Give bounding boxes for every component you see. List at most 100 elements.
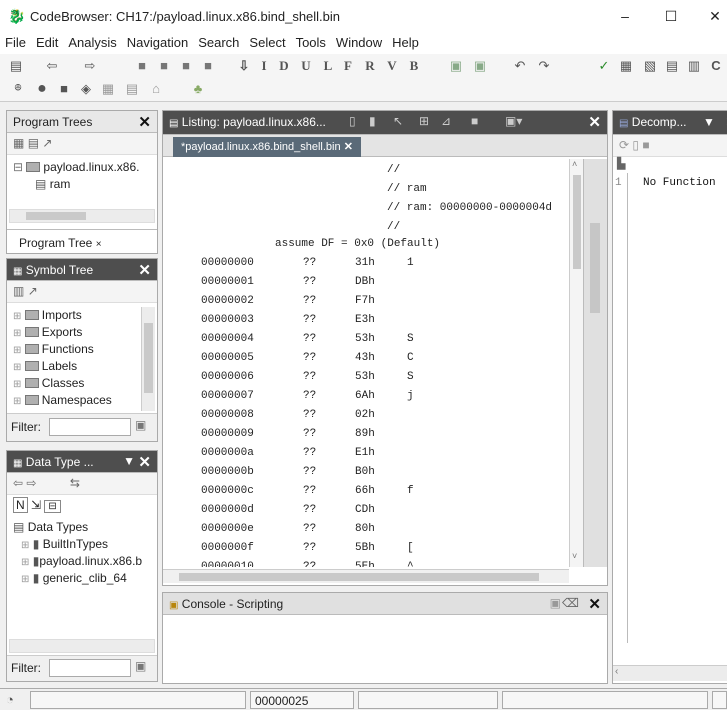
menu-tools[interactable]: Tools [291,32,331,50]
save-icon[interactable]: ▤ [8,58,24,74]
options-icon[interactable]: ▣▾ [505,114,522,128]
menu-window[interactable]: Window [331,32,387,50]
close-button[interactable]: ✕ [700,4,727,28]
home-icon[interactable]: ⌂ [148,81,164,97]
value-icon[interactable]: V [384,58,400,74]
back-icon[interactable]: ⇦ [44,58,60,74]
filter-array-icon[interactable]: N [13,497,28,513]
symbol-item-exports[interactable]: ⊞ Exports [13,324,151,341]
data-type-filter-input[interactable] [49,659,131,677]
close-tab-icon[interactable]: ✕ [344,141,353,153]
menu-file[interactable]: File [0,32,31,50]
paste-icon[interactable]: ▮ [369,114,376,128]
instruction-icon[interactable]: I [256,58,272,74]
data-type-builtin[interactable]: ⊞ ▮ BuiltInTypes [13,536,151,553]
close-icon[interactable]: ✕ [588,113,601,131]
scroll-left-icon[interactable]: ‹ [615,666,618,677]
menu-navigation[interactable]: Navigation [122,32,193,50]
diff-icon[interactable]: ▣ [448,58,464,74]
close-tab-icon[interactable]: × [96,239,102,250]
undefined-icon[interactable]: U [298,58,314,74]
symbol-item-namespaces[interactable]: ⊞ Namespaces [13,392,151,409]
diff2-icon[interactable]: ▣ [472,58,488,74]
function-icon[interactable]: F [340,58,356,74]
stop-icon[interactable]: ■ [56,81,72,97]
listing-vertical-scrollbar[interactable]: ˄ ˅ [569,159,583,567]
back-icon[interactable]: ⇦ [13,476,23,490]
memory-icon[interactable]: ▧ [642,58,658,74]
scroll-thumb[interactable] [573,175,581,269]
horizontal-scrollbar[interactable] [9,209,155,223]
menu-analysis[interactable]: Analysis [63,32,121,50]
symbol-filter-input[interactable] [49,418,131,436]
nav-down-icon[interactable]: ⇩ [236,58,252,74]
symbol-item-labels[interactable]: ⊞ Labels [13,358,151,375]
cursor-icon[interactable]: ↖ [393,114,403,128]
close-icon[interactable]: ✕ [588,595,601,613]
data-types-root[interactable]: ▤ Data Types [13,519,151,536]
close-icon[interactable]: ✕ [138,113,151,131]
close-icon[interactable]: ✕ [138,261,151,279]
script-icon[interactable]: ♣ [190,81,206,97]
filter-options-icon[interactable]: ▣ [135,659,146,673]
data-type-generic-clib[interactable]: ⊞ ▮ generic_clib_64 [13,570,151,587]
reference-icon[interactable]: R [362,58,378,74]
export-icon[interactable]: ▙ [617,158,625,170]
label-icon[interactable]: L [320,58,336,74]
bookmark-icon[interactable]: B [406,58,422,74]
lock-icon[interactable]: ▣ [550,596,561,610]
listing-horizontal-scrollbar[interactable] [163,569,569,583]
nav-instruction-icon[interactable]: ■ [156,58,172,74]
redo-icon[interactable]: ↷ [536,58,552,74]
scroll-down-icon[interactable]: ˅ [572,551,577,561]
snapshot-icon[interactable]: ■ [642,138,649,152]
folder-icon[interactable]: ▤ [28,136,39,150]
console-output[interactable] [163,615,607,683]
registers-icon[interactable]: ▤ [664,58,680,74]
decompiler-line[interactable]: 1 No Function [613,173,727,643]
minimize-button[interactable]: – [610,4,640,28]
data-icon[interactable]: D [276,58,292,74]
dropdown-icon[interactable]: ▼ [123,454,135,468]
scroll-up-icon[interactable]: ˄ [572,159,577,169]
diff-view-icon[interactable]: ⊿ [441,114,451,128]
grid-icon[interactable]: ▦ [100,81,116,97]
check-icon[interactable]: ✓ [596,58,612,74]
forward-icon[interactable]: ⇨ [82,58,98,74]
table-icon[interactable]: ▤ [124,81,140,97]
symbols-icon[interactable]: ▥ [686,58,702,74]
menu-help[interactable]: Help [387,32,424,50]
bars-icon[interactable]: ▥ [13,284,24,298]
symbol-item-classes[interactable]: ⊞ Classes [13,375,151,392]
graph-icon[interactable]: ꔮ [10,81,26,97]
nav-data-icon[interactable]: ■ [134,58,150,74]
maximize-button[interactable]: ☐ [656,4,686,28]
overview-margin[interactable] [583,159,607,567]
tab-program-tree[interactable]: Program Tree × [7,229,157,253]
nav-function-icon[interactable]: ■ [200,58,216,74]
tree-root[interactable]: ⊟ payload.linux.x86. [13,159,151,176]
nav-undefined-icon[interactable]: ■ [178,58,194,74]
undo-icon[interactable]: ↶ [512,58,528,74]
ring-icon[interactable]: ● [34,81,50,97]
listing-content[interactable]: // // ram // ram: 00000000-0000004d // a… [163,159,569,567]
copy-icon[interactable]: ▯ [632,138,639,152]
tree-icon[interactable]: ▦ [13,136,24,150]
symbol-item-functions[interactable]: ⊞ Functions [13,341,151,358]
analysis-status-icon[interactable]: ◔ [6,692,14,707]
dropdown-icon[interactable]: ▼ [703,115,715,129]
menu-edit[interactable]: Edit [31,32,63,50]
collapse-icon[interactable]: ⊟ [44,500,61,513]
bytes-icon[interactable]: ▦ [618,58,634,74]
filter-pointer-icon[interactable]: ⇲ [31,498,41,512]
close-icon[interactable]: ✕ [138,453,151,471]
diamond-icon[interactable]: ◈ [78,81,94,97]
refresh-icon[interactable]: ⟳ [619,138,629,152]
data-type-payload[interactable]: ⊞ ▮payload.linux.x86.b [13,553,151,570]
open-icon[interactable]: ↗ [28,284,38,298]
c-icon[interactable]: C [708,58,724,74]
vertical-scrollbar[interactable] [141,307,155,411]
forward-icon[interactable]: ⇨ [26,476,36,490]
listing-tab[interactable]: *payload.linux.x86.bind_shell.bin ✕ [173,137,361,157]
tree-node-ram[interactable]: ▤ ram [13,176,151,193]
